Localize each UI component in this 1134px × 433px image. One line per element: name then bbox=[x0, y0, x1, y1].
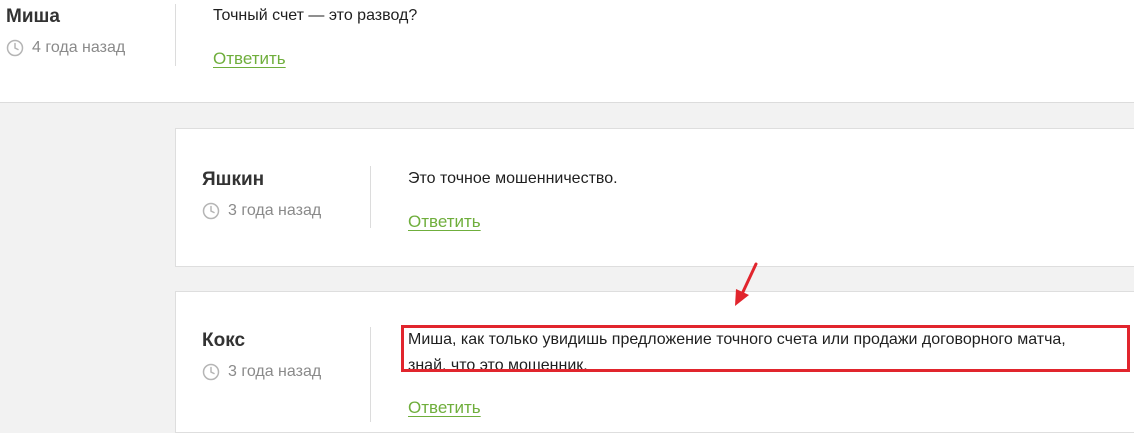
comment-time-text: 3 года назад bbox=[228, 202, 322, 219]
clock-icon bbox=[6, 39, 24, 57]
comment-yashkin: Яшкин 3 года назад Это точное мошенничес… bbox=[175, 128, 1134, 267]
clock-icon bbox=[202, 363, 220, 381]
reply-button[interactable]: Ответить bbox=[408, 212, 481, 232]
comment-time-text: 4 года назад bbox=[32, 39, 126, 56]
clock-icon bbox=[202, 202, 220, 220]
comment-divider bbox=[370, 166, 371, 228]
reply-button[interactable]: Ответить bbox=[408, 398, 481, 418]
highlight-box bbox=[401, 325, 1130, 372]
comment-author: Кокс bbox=[202, 330, 246, 351]
comment-text: Это точное мошенничество. bbox=[408, 170, 618, 187]
arrow-down-left-icon bbox=[735, 262, 758, 306]
comment-time-text: 3 года назад bbox=[228, 363, 322, 380]
comment-author: Яшкин bbox=[202, 169, 265, 190]
comment-misha: Миша 4 года назад Точный счет — это разв… bbox=[0, 0, 1134, 103]
comment-divider bbox=[175, 4, 176, 66]
comment-timestamp: 3 года назад bbox=[202, 202, 321, 220]
comment-author: Миша bbox=[6, 6, 60, 27]
comment-text: Точный счет — это развод? bbox=[213, 7, 418, 24]
comment-timestamp: 3 года назад bbox=[202, 363, 321, 381]
comment-divider bbox=[370, 327, 371, 422]
reply-button[interactable]: Ответить bbox=[213, 49, 286, 69]
comment-timestamp: 4 года назад bbox=[6, 39, 125, 57]
